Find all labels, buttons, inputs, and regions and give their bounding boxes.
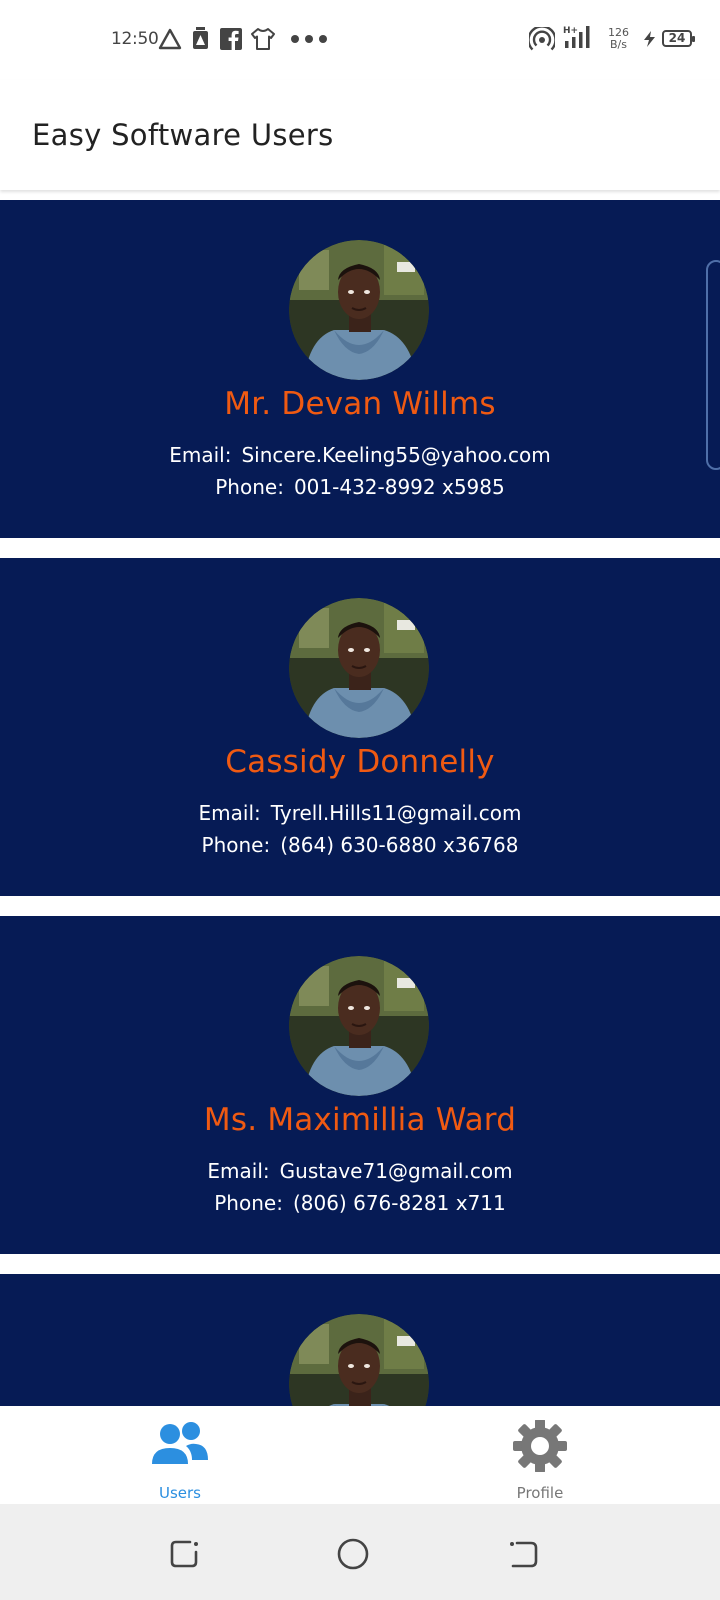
network-speed-unit: B/s [610, 38, 627, 51]
tshirt-icon [251, 28, 275, 50]
phone-label: Phone: [215, 475, 284, 499]
user-email: Email: Sincere.Keeling55@yahoo.com [0, 443, 720, 467]
user-card[interactable]: Cassidy Donnelly Email: Tyrell.Hills11@gm… [0, 558, 720, 896]
status-bar: 12:50 H+ 126 B/s 24 [0, 0, 720, 80]
phone-value: (864) 630-6880 x36768 [280, 833, 519, 857]
email-label: Email: [169, 443, 232, 467]
app-bar: Easy Software Users [0, 80, 720, 190]
email-label: Email: [207, 1159, 270, 1183]
back-icon[interactable] [503, 1534, 543, 1574]
user-card[interactable]: Ms. Maximillia Ward Email: Gustave71@gmai… [0, 916, 720, 1254]
avatar [289, 1314, 429, 1406]
phone-label: Phone: [201, 833, 271, 857]
user-card[interactable] [0, 1274, 720, 1406]
avatar [289, 956, 429, 1096]
user-phone: Phone: (864) 630-6880 x36768 [0, 833, 720, 857]
user-phone: Phone: 001-432-8992 x5985 [0, 475, 720, 499]
user-email: Email: Tyrell.Hills11@gmail.com [0, 801, 720, 825]
user-card[interactable]: Mr. Devan Willms Email: Sincere.Keeling55… [0, 200, 720, 538]
user-list[interactable]: Mr. Devan Willms Email: Sincere.Keeling55… [0, 190, 720, 1406]
nav-label-users: Users [158, 1484, 201, 1502]
email-value: Tyrell.Hills11@gmail.com [270, 801, 522, 825]
recent-apps-icon[interactable] [166, 1534, 206, 1574]
delta-icon [158, 28, 182, 50]
email-value: Sincere.Keeling55@yahoo.com [241, 443, 551, 467]
phone-label: Phone: [214, 1191, 283, 1215]
gear-icon [513, 1420, 567, 1472]
scroll-handle[interactable] [706, 260, 720, 470]
svg-text:H+: H+ [563, 26, 578, 36]
bottom-navigation: Users Profile [0, 1406, 720, 1504]
phone-value: (806) 676-8281 x711 [292, 1191, 506, 1215]
battery-level: 24 [668, 31, 686, 45]
hotspot-icon [529, 27, 555, 51]
email-value: Gustave71@gmail.com [279, 1159, 513, 1183]
user-email: Email: Gustave71@gmail.com [0, 1159, 720, 1183]
system-navigation-bar [0, 1504, 720, 1600]
charging-icon [644, 31, 655, 47]
nav-label-profile: Profile [516, 1484, 564, 1502]
email-label: Email: [198, 801, 261, 825]
more-dots-icon [291, 35, 327, 43]
user-name: Mr. Devan Willms [224, 386, 496, 422]
network-speed: 126 B/s [608, 27, 629, 51]
user-name: Cassidy Donnelly [225, 744, 495, 780]
battery-icon: 24 [662, 30, 695, 47]
users-icon [152, 1422, 208, 1464]
sim-alert-icon [193, 27, 208, 49]
avatar [289, 598, 429, 738]
status-time: 12:50 [111, 29, 159, 49]
avatar [289, 240, 429, 380]
home-icon[interactable] [333, 1534, 373, 1574]
nav-tab-users[interactable]: Users [80, 1406, 280, 1504]
page-title: Easy Software Users [32, 118, 334, 152]
facebook-icon [220, 28, 242, 50]
user-name: Ms. Maximillia Ward [203, 1102, 517, 1138]
phone-value: 001-432-8992 x5985 [293, 475, 505, 499]
nav-tab-profile[interactable]: Profile [440, 1406, 640, 1504]
user-phone: Phone: (806) 676-8281 x711 [0, 1191, 720, 1215]
signal-icon: H+ [563, 26, 590, 48]
